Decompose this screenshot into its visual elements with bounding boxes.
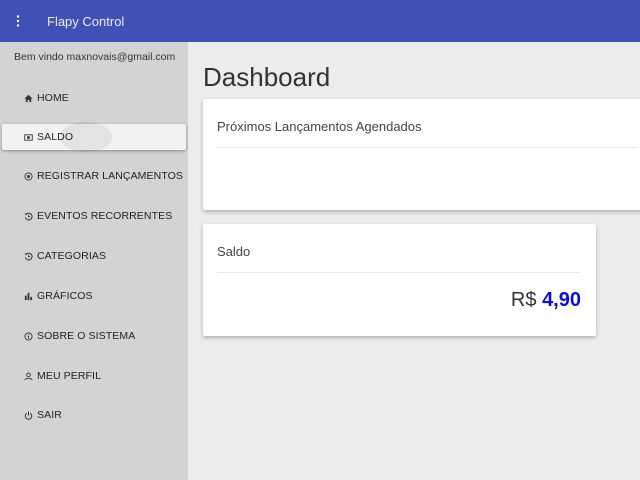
person-icon bbox=[24, 372, 33, 381]
sidebar-item-label: MEU PERFIL bbox=[37, 370, 102, 382]
card-divider bbox=[217, 147, 637, 148]
history-icon bbox=[24, 252, 33, 261]
sidebar: Bem vindo maxnovais@gmail.com HOME SALDO… bbox=[0, 42, 188, 480]
sidebar-item-label: REGISTRAR LANÇAMENTOS bbox=[37, 170, 184, 182]
sidebar-item-label: SOBRE O SISTEMA bbox=[37, 330, 136, 342]
sidebar-item-label: EVENTOS RECORRENTES bbox=[37, 210, 173, 222]
sidebar-item-saldo[interactable]: SALDO bbox=[2, 122, 186, 152]
card-title: Saldo bbox=[217, 244, 251, 259]
app-title: Flapy Control bbox=[47, 13, 125, 29]
sidebar-item-label: HOME bbox=[37, 92, 69, 104]
card-title: Próximos Lançamentos Agendados bbox=[217, 119, 422, 134]
sidebar-item-sobre[interactable]: SOBRE O SISTEMA bbox=[2, 323, 186, 349]
sidebar-item-home[interactable]: HOME bbox=[2, 85, 186, 111]
ripple-effect bbox=[60, 122, 112, 152]
sidebar-item-registrar[interactable]: REGISTRAR LANÇAMENTOS bbox=[2, 163, 186, 189]
card-divider bbox=[217, 272, 580, 273]
more-vert-icon bbox=[16, 15, 20, 27]
sidebar-item-graficos[interactable]: GRÁFICOS bbox=[2, 283, 186, 309]
welcome-text: Bem vindo maxnovais@gmail.com bbox=[14, 51, 176, 63]
add-circle-icon bbox=[24, 171, 33, 181]
balance-card: Saldo R$ 4,90 bbox=[203, 224, 596, 336]
sidebar-item-label: SAIR bbox=[37, 409, 62, 421]
sidebar-item-perfil[interactable]: MEU PERFIL bbox=[2, 363, 186, 389]
bar-chart-icon bbox=[24, 292, 33, 301]
balance-value: R$ 4,90 bbox=[511, 289, 581, 312]
home-icon bbox=[24, 94, 33, 103]
wallet-icon bbox=[24, 133, 33, 142]
page-title: Dashboard bbox=[203, 62, 331, 92]
sidebar-item-eventos[interactable]: EVENTOS RECORRENTES bbox=[2, 203, 186, 229]
currency-symbol: R$ bbox=[510, 289, 537, 311]
more-vert-menu-button[interactable] bbox=[0, 0, 36, 42]
sidebar-item-label: GRÁFICOS bbox=[37, 290, 93, 302]
scheduled-entries-card: Próximos Lançamentos Agendados bbox=[203, 99, 640, 210]
info-icon bbox=[24, 331, 33, 341]
main-content: Dashboard Próximos Lançamentos Agendados… bbox=[188, 42, 640, 480]
history-icon bbox=[24, 212, 33, 221]
sidebar-item-label: CATEGORIAS bbox=[37, 250, 107, 262]
sidebar-item-sair[interactable]: SAIR bbox=[2, 402, 186, 428]
top-app-bar: Flapy Control bbox=[0, 0, 640, 42]
power-icon bbox=[24, 411, 33, 420]
sidebar-item-categorias[interactable]: CATEGORIAS bbox=[2, 243, 186, 269]
balance-amount: 4,90 bbox=[542, 289, 581, 311]
